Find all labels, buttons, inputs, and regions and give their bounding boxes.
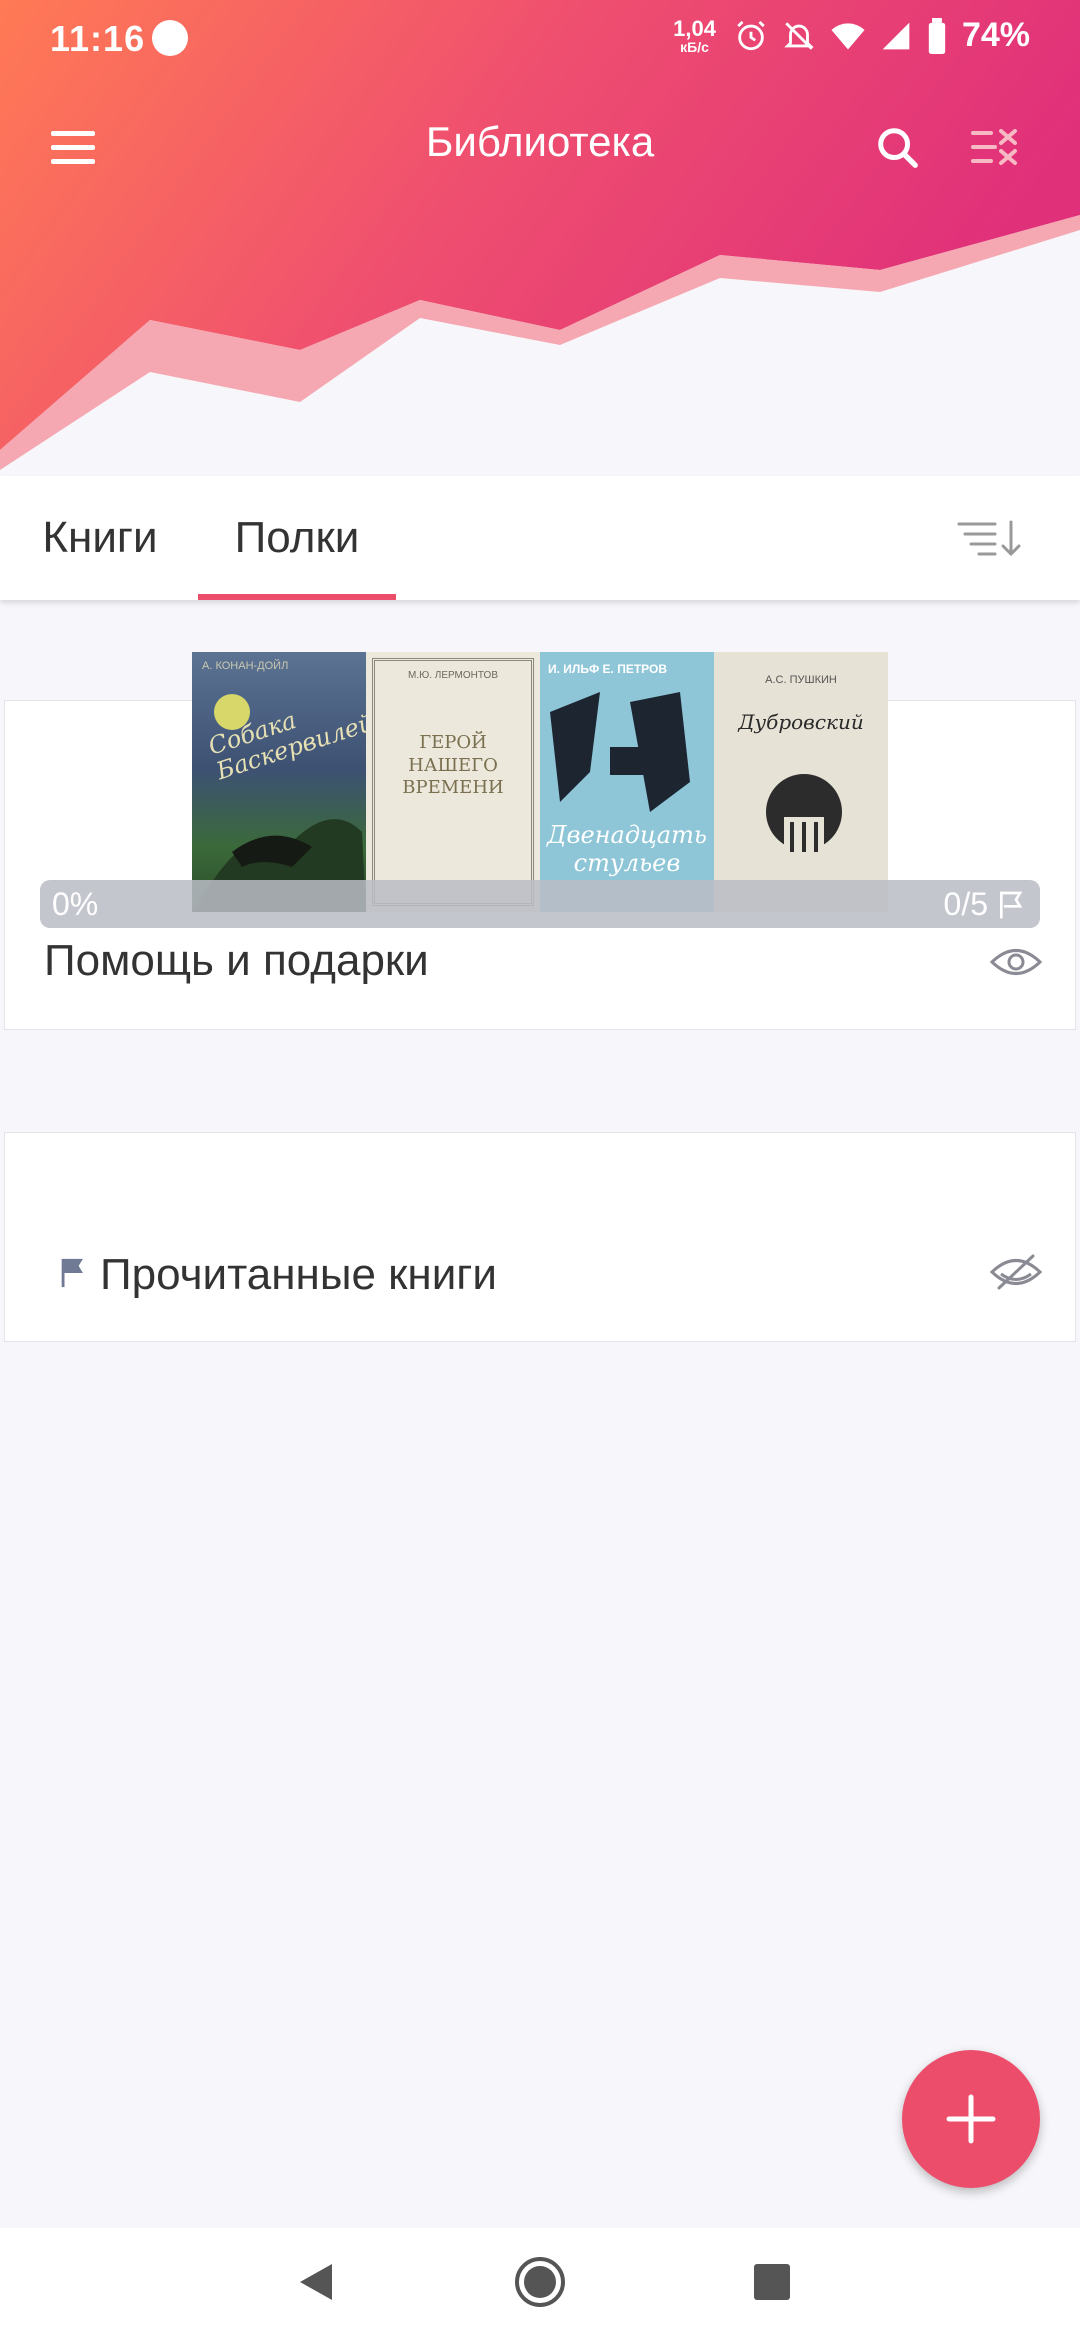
- recent-apps-icon: [754, 2264, 790, 2300]
- cover-author: А. КОНАН-ДОЙЛ: [202, 660, 289, 672]
- progress-percent: 0%: [52, 886, 99, 922]
- sort-icon: [957, 520, 1021, 557]
- plus-icon: [946, 2094, 996, 2144]
- search-button[interactable]: [862, 112, 932, 182]
- book-cover: М.Ю. ЛЕРМОНТОВ ГЕРОЙ НАШЕГО ВРЕМЕНИ: [366, 652, 540, 912]
- shelf-title: Прочитанные книги: [100, 1250, 497, 1299]
- cover-illustration: [192, 694, 366, 912]
- search-icon: [878, 128, 918, 168]
- home-button[interactable]: [508, 2250, 572, 2314]
- book-cover: И. ИЛЬФ Е. ПЕТРОВ Двенадцать стульев: [540, 652, 714, 912]
- status-icons: 1,04 кБ/с 74%: [673, 16, 1030, 55]
- tab-bar: Книги Полки: [0, 476, 1080, 600]
- recent-apps-button[interactable]: [740, 2250, 804, 2314]
- flag-outline-icon: [1000, 891, 1023, 919]
- flag-icon: [61, 1258, 83, 1288]
- shelf-visibility-toggle[interactable]: [988, 1244, 1044, 1300]
- shelf-card-read-books[interactable]: [4, 1132, 1076, 1342]
- home-icon: [515, 2257, 565, 2307]
- network-speed: 1,04 кБ/с: [673, 15, 716, 55]
- shelf-visibility-toggle[interactable]: [988, 934, 1044, 990]
- battery-icon: [928, 17, 946, 54]
- cover-title: ГЕРОЙ НАШЕГО ВРЕМЕНИ: [402, 732, 504, 798]
- cover-author: И. ИЛЬФ Е. ПЕТРОВ: [548, 662, 668, 676]
- active-tab-indicator: [198, 594, 396, 600]
- alarm-icon: [737, 20, 765, 50]
- status-time: 11:16: [50, 18, 146, 59]
- sort-button[interactable]: [950, 502, 1030, 574]
- system-navigation-bar: [0, 2228, 1080, 2340]
- app-bar: Библиотека: [0, 100, 1080, 190]
- notification-dot-icon: [152, 20, 188, 56]
- cover-illustration: [766, 774, 842, 857]
- add-shelf-button[interactable]: [902, 2050, 1040, 2188]
- back-icon: [300, 2264, 332, 2300]
- wifi-icon: [831, 22, 865, 49]
- select-checklist-icon: [971, 129, 1017, 165]
- book-covers: Собака Баскервилей А. КОНАН-ДОЙЛ М.Ю. ЛЕ…: [192, 652, 888, 912]
- book-cover: Собака Баскервилей А. КОНАН-ДОЙЛ: [192, 652, 366, 912]
- eye-icon: [989, 949, 1043, 975]
- status-bar: 11:16 1,04 кБ/с 74%: [0, 0, 1080, 76]
- select-mode-button[interactable]: [960, 112, 1030, 182]
- eye-off-icon: [989, 1254, 1043, 1290]
- mute-icon: [784, 21, 814, 50]
- back-button[interactable]: [284, 2250, 348, 2314]
- progress-count: 0/5: [943, 886, 988, 922]
- book-cover: А.С. ПУШКИН Дубровский: [714, 652, 888, 912]
- network-speed-value: 1,04: [673, 15, 716, 41]
- signal-icon: [882, 22, 910, 49]
- tab-books[interactable]: Книги: [0, 476, 200, 600]
- network-speed-unit: кБ/с: [680, 38, 709, 55]
- cover-title: Двенадцать стульев: [547, 821, 707, 877]
- cover-author: М.Ю. ЛЕРМОНТОВ: [408, 670, 498, 681]
- tab-shelves[interactable]: Полки: [198, 476, 396, 600]
- shelf-title: Помощь и подарки: [44, 936, 429, 985]
- battery-percent: 74%: [961, 16, 1030, 54]
- shelf-progress-bar: 0% 0/5: [40, 880, 1040, 928]
